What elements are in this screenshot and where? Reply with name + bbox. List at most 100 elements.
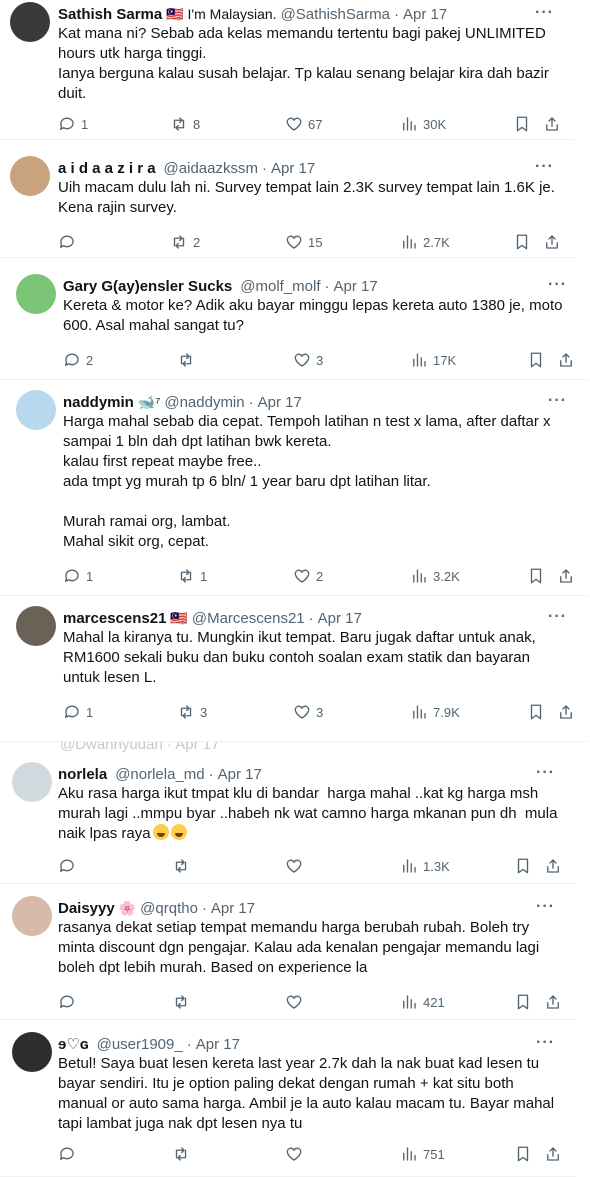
author-handle[interactable]: @molf_molf	[240, 278, 320, 295]
repost-button[interactable]: 8	[170, 114, 200, 134]
like-button[interactable]	[285, 856, 308, 876]
avatar[interactable]	[10, 2, 50, 42]
tweet-2[interactable]: a i d a a z i r a @aidaazkssm · Apr 17 ··· Ui…	[0, 142, 575, 258]
bookmark-button[interactable]	[527, 350, 545, 370]
avatar[interactable]	[12, 896, 52, 936]
reply-button[interactable]: 1	[63, 566, 93, 586]
tweet-date[interactable]: Apr 17	[218, 766, 262, 783]
tweet-7[interactable]: Daisyyy 🌸 @qrqtho · Apr 17 ··· rasanya dekat s…	[0, 886, 576, 1020]
like-button[interactable]	[285, 1144, 308, 1164]
views-button[interactable]: 421	[400, 992, 445, 1012]
like-button[interactable]: 2	[293, 566, 323, 586]
avatar[interactable]	[12, 762, 52, 802]
share-button[interactable]	[557, 350, 575, 370]
more-options-icon[interactable]: ···	[535, 158, 554, 176]
more-options-icon[interactable]: ···	[535, 4, 554, 22]
views-button[interactable]: 17K	[410, 350, 456, 370]
tweet-date[interactable]: Apr 17	[196, 1036, 240, 1053]
tweet-date[interactable]: Apr 17	[318, 610, 362, 627]
bookmark-button[interactable]	[514, 1144, 532, 1164]
tweet-date[interactable]: Apr 17	[211, 900, 255, 917]
author-name[interactable]: marcescens21	[63, 610, 166, 627]
more-options-icon[interactable]: ···	[536, 764, 555, 782]
reply-button[interactable]	[58, 232, 81, 252]
more-options-icon[interactable]: ···	[536, 1034, 555, 1052]
tweet-8[interactable]: ɘ♡ɢ @user1909_ · Apr 17 ··· Betul! Saya buat …	[0, 1022, 576, 1177]
tweet-date[interactable]: Apr 17	[334, 278, 378, 295]
avatar[interactable]	[16, 390, 56, 430]
repost-button[interactable]	[172, 856, 195, 876]
tweet-3[interactable]: Gary G(ay)ensler Sucks @molf_molf · Apr 17 ·…	[0, 262, 588, 380]
share-button[interactable]	[544, 992, 562, 1012]
author-name[interactable]: norlela	[58, 766, 107, 783]
repost-button[interactable]	[177, 350, 200, 370]
bookmark-button[interactable]	[513, 114, 531, 134]
avatar[interactable]	[12, 1032, 52, 1072]
likes-count: 2	[316, 568, 324, 584]
views-button[interactable]: 2.7K	[400, 232, 450, 252]
repost-button[interactable]: 1	[177, 566, 207, 586]
author-handle[interactable]: @user1909_	[97, 1036, 183, 1053]
reply-icon	[58, 857, 76, 875]
repost-button[interactable]	[172, 1144, 195, 1164]
reply-button[interactable]	[58, 992, 81, 1012]
views-button[interactable]: 3.2K	[410, 566, 460, 586]
share-button[interactable]	[543, 114, 561, 134]
reply-button[interactable]	[58, 856, 81, 876]
tweet-date[interactable]: Apr 17	[258, 394, 302, 411]
more-options-icon[interactable]: ···	[548, 608, 567, 626]
author-handle[interactable]: @qrqtho	[140, 900, 198, 917]
share-button[interactable]	[544, 856, 562, 876]
more-options-icon[interactable]: ···	[536, 898, 555, 916]
author-handle[interactable]: @naddymin	[164, 394, 244, 411]
author-name[interactable]: Gary G(ay)ensler Sucks	[63, 278, 232, 295]
bookmark-button[interactable]	[514, 992, 532, 1012]
like-button[interactable]: 15	[285, 232, 322, 252]
tweet-date[interactable]: Apr 17	[271, 160, 315, 177]
tweet-6[interactable]: norlela @norlela_md · Apr 17 ··· Aku rasa har…	[0, 752, 576, 884]
bookmark-button[interactable]	[527, 702, 545, 722]
author-name[interactable]: Daisyyy	[58, 900, 115, 917]
share-button[interactable]	[557, 566, 575, 586]
share-button[interactable]	[544, 1144, 562, 1164]
more-options-icon[interactable]: ···	[548, 392, 567, 410]
author-name[interactable]: a i d a a z i r a	[58, 160, 156, 177]
author-name[interactable]: ɘ♡ɢ	[58, 1035, 89, 1053]
like-button[interactable]: 67	[285, 114, 322, 134]
author-name[interactable]: Sathish Sarma	[58, 6, 162, 23]
tweet-text: Uih macam dulu lah ni. Survey tempat lai…	[58, 179, 555, 216]
avatar[interactable]	[16, 274, 56, 314]
like-button[interactable]	[285, 992, 308, 1012]
author-handle[interactable]: @SathishSarma	[281, 6, 390, 23]
views-button[interactable]: 30K	[400, 114, 446, 134]
avatar[interactable]	[10, 156, 50, 196]
author-name[interactable]: naddymin	[63, 394, 134, 411]
like-button[interactable]: 3	[293, 702, 323, 722]
tweet-1[interactable]: Sathish Sarma 🇲🇾 I'm Malaysian. @SathishSa…	[0, 0, 575, 140]
tweet-date[interactable]: Apr 17	[403, 6, 447, 23]
bookmark-button[interactable]	[527, 566, 545, 586]
repost-button[interactable]	[172, 992, 195, 1012]
more-options-icon[interactable]: ···	[548, 276, 567, 294]
reply-button[interactable]: 1	[63, 702, 93, 722]
views-button[interactable]: 7.9K	[410, 702, 460, 722]
bookmark-button[interactable]	[513, 232, 531, 252]
avatar[interactable]	[16, 606, 56, 646]
author-handle[interactable]: @norlela_md	[115, 766, 204, 783]
author-handle[interactable]: @aidaazkssm	[164, 160, 258, 177]
views-button[interactable]: 1.3K	[400, 856, 450, 876]
share-button[interactable]	[543, 232, 561, 252]
author-handle[interactable]: @Marcescens21	[192, 610, 305, 627]
repost-button[interactable]: 3	[177, 702, 207, 722]
reply-button[interactable]: 1	[58, 114, 88, 134]
tweet-4[interactable]: naddymin 🐋⁷ @naddymin · Apr 17 ··· Harga mahal…	[0, 380, 588, 596]
tweet-5[interactable]: marcescens21 🇲🇾 @Marcescens21 · Apr 17 ··· Mah…	[0, 596, 588, 742]
repost-button[interactable]: 2	[170, 232, 200, 252]
views-button[interactable]: 751	[400, 1144, 445, 1164]
bookmark-button[interactable]	[514, 856, 532, 876]
share-button[interactable]	[557, 702, 575, 722]
reply-button[interactable]: 2	[63, 350, 93, 370]
like-button[interactable]: 3	[293, 350, 323, 370]
replies-count: 1	[86, 704, 94, 720]
reply-button[interactable]	[58, 1144, 81, 1164]
